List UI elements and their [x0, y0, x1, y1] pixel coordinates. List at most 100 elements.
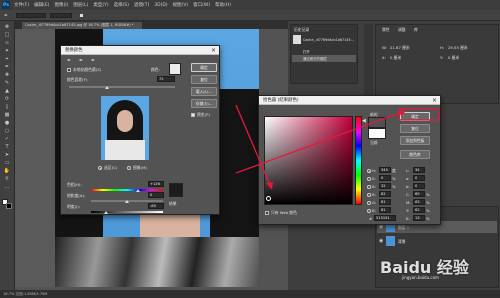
hue-slider[interactable]: [91, 189, 163, 191]
menu-filter[interactable]: 滤镜(T): [134, 2, 149, 8]
saturation-slider-handle[interactable]: [125, 200, 129, 203]
zoom-tool-icon[interactable]: ⚲: [3, 176, 11, 182]
background-color-swatch[interactable]: [6, 203, 12, 209]
fuzziness-input[interactable]: 72: [157, 76, 175, 82]
r-input[interactable]: 82: [379, 191, 391, 197]
eyedropper-icon[interactable]: ✒: [4, 13, 8, 19]
b-input[interactable]: 32: [379, 183, 391, 189]
web-only-checkbox[interactable]: [265, 211, 269, 215]
history-item-copy[interactable]: 通过拷贝的图层: [303, 56, 327, 61]
preview-checkbox[interactable]: [191, 113, 195, 117]
g-radio[interactable]: [367, 201, 371, 205]
close-icon[interactable]: ×: [211, 46, 216, 55]
lightness-slider[interactable]: [91, 211, 163, 213]
saturation-input[interactable]: 0: [148, 192, 164, 198]
g-input[interactable]: 81: [379, 199, 391, 205]
hue-slider-handle[interactable]: [136, 189, 140, 192]
history-title[interactable]: 历史记录: [294, 27, 309, 33]
pen-tool-icon[interactable]: ✓: [3, 136, 11, 142]
save-button[interactable]: 存储(S)...: [191, 99, 217, 108]
dodge-tool-icon[interactable]: ○: [3, 128, 11, 134]
sample-size-select[interactable]: [16, 13, 46, 18]
lasso-tool-icon[interactable]: ∞: [3, 40, 11, 46]
prop-y-value[interactable]: 0 厘米: [448, 55, 459, 61]
l-input[interactable]: 34: [413, 167, 425, 173]
blur-tool-icon[interactable]: ●: [3, 120, 11, 126]
healing-brush-icon[interactable]: ✚: [3, 72, 11, 78]
menu-edit[interactable]: 编辑(E): [34, 2, 49, 8]
b-radio[interactable]: [367, 185, 371, 189]
blue-radio[interactable]: [367, 209, 371, 213]
menu-window[interactable]: 窗口(W): [193, 2, 210, 8]
document-tab[interactable]: Cache_-67769d4cb1b67145.jpg @ 16.7% (图层 …: [22, 22, 142, 29]
cancel-button[interactable]: 复位: [191, 75, 217, 84]
marquee-tool-icon[interactable]: □: [3, 32, 11, 38]
fuzziness-slider-handle[interactable]: [105, 86, 109, 89]
prop-w-value[interactable]: 21.87 厘米: [390, 45, 410, 51]
color-field-cursor[interactable]: [266, 196, 271, 201]
eyedropper-plus-icon[interactable]: ✒: [79, 58, 83, 64]
layer-name-1[interactable]: 图层 1: [398, 225, 409, 231]
eyedropper-tool-icon[interactable]: ✒: [3, 64, 11, 70]
lightness-slider-handle[interactable]: [104, 211, 108, 214]
hue-input[interactable]: +126: [148, 181, 164, 187]
ok-button[interactable]: 确定: [191, 63, 217, 72]
path-select-icon[interactable]: ➤: [3, 152, 11, 158]
current-color-swatch[interactable]: [368, 128, 386, 139]
menu-help[interactable]: 帮助(H): [215, 2, 231, 8]
brush-tool-icon[interactable]: ✎: [3, 80, 11, 86]
hex-input[interactable]: 515151: [374, 215, 396, 221]
sample-select[interactable]: [50, 13, 72, 18]
history-item-open[interactable]: 打开: [303, 49, 310, 54]
menu-image[interactable]: 图像(I): [54, 2, 68, 8]
tab-libraries[interactable]: 库: [414, 27, 418, 33]
menu-3d[interactable]: 3D(D): [154, 3, 167, 8]
eyedropper-icon[interactable]: ✒: [67, 58, 71, 64]
prop-x-value[interactable]: 0 厘米: [390, 55, 401, 61]
load-button[interactable]: 载入(L)...: [191, 87, 217, 96]
tab-adjustments[interactable]: 调整: [398, 27, 406, 33]
menu-select[interactable]: 选择(S): [114, 2, 129, 8]
blue-input[interactable]: 81: [379, 207, 391, 213]
selection-radio[interactable]: [98, 166, 102, 170]
image-radio[interactable]: [127, 166, 131, 170]
hue-strip-arrow-icon[interactable]: ◀: [362, 118, 366, 124]
prop-h-value[interactable]: 29.55 厘米: [448, 45, 468, 51]
hue-strip[interactable]: [355, 116, 362, 205]
menu-type[interactable]: 类型(Y): [93, 2, 108, 8]
gradient-tool-icon[interactable]: ▩: [3, 112, 11, 118]
h-radio[interactable]: [367, 169, 371, 173]
eraser-tool-icon[interactable]: ▯: [3, 104, 11, 110]
tab-properties[interactable]: 属性: [382, 27, 390, 33]
lightness-input[interactable]: -60: [148, 203, 164, 209]
menu-file[interactable]: 文件(F): [14, 2, 29, 8]
lab-b-input[interactable]: 0: [413, 183, 425, 189]
crop-tool-icon[interactable]: ⌖: [3, 56, 11, 62]
history-brush-icon[interactable]: ⟳: [3, 96, 11, 102]
a-input[interactable]: 0: [413, 175, 425, 181]
show-ring-checkbox[interactable]: [80, 14, 83, 17]
history-item-snapshot[interactable]: Cache_-67769d4cb1b67145...: [303, 38, 354, 42]
color-libraries-button[interactable]: 颜色库: [400, 150, 430, 159]
h-input[interactable]: 345: [379, 167, 391, 173]
layer-name-2[interactable]: 背景: [398, 239, 406, 245]
result-swatch[interactable]: [169, 183, 183, 197]
move-tool-icon[interactable]: ✥: [3, 24, 11, 30]
picker-reset-button[interactable]: 复位: [400, 124, 430, 133]
menu-view[interactable]: 视图(V): [173, 2, 189, 8]
eyedropper-minus-icon[interactable]: ✒: [91, 58, 95, 64]
shape-tool-icon[interactable]: ▭: [3, 160, 11, 166]
localized-clusters-checkbox[interactable]: [67, 68, 71, 72]
fuzziness-slider[interactable]: [69, 86, 175, 88]
more-tools-icon[interactable]: …: [3, 184, 11, 190]
hand-tool-icon[interactable]: ✋: [3, 168, 11, 174]
picker-ok-button[interactable]: 确定: [400, 112, 430, 121]
color-field[interactable]: [264, 116, 353, 205]
c-input[interactable]: 69: [413, 191, 425, 197]
close-icon[interactable]: ×: [432, 96, 437, 105]
type-tool-icon[interactable]: T: [3, 144, 11, 150]
add-to-swatches-button[interactable]: 添加到色板: [400, 136, 430, 145]
r-radio[interactable]: [367, 193, 371, 197]
selected-color-swatch[interactable]: [169, 63, 181, 75]
y-input[interactable]: 62: [413, 207, 425, 213]
